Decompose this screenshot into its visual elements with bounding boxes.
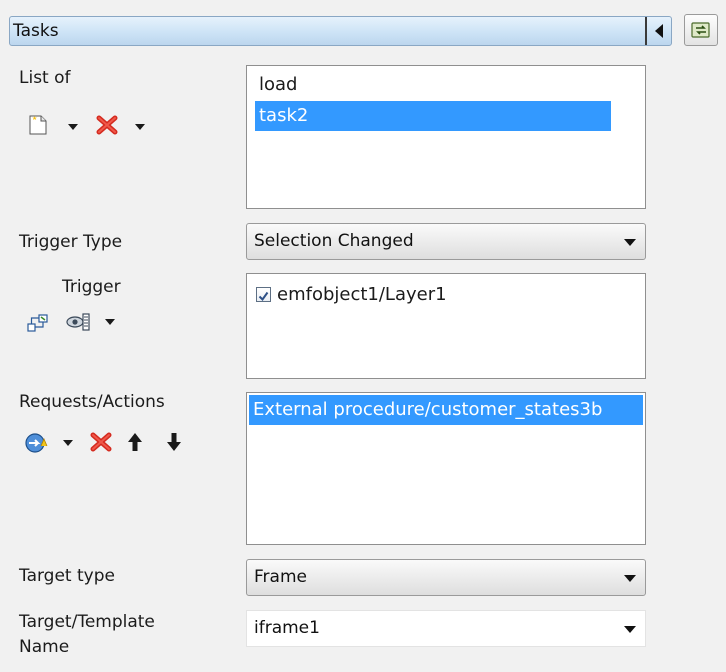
chevron-down-icon [624, 626, 636, 633]
requests-actions-label: Requests/Actions [19, 392, 165, 412]
trigger-view-dropdown-arrow[interactable] [105, 319, 115, 325]
target-type-label: Target type [19, 566, 115, 586]
trigger-type-value: Selection Changed [254, 231, 414, 251]
add-action-icon[interactable] [24, 431, 48, 455]
panel-swap-icon [691, 22, 710, 38]
trigger-type-label: Trigger Type [19, 232, 123, 252]
collapse-left-icon [655, 24, 663, 38]
task-list[interactable]: load task2 [246, 65, 646, 209]
trigger-list[interactable]: emfobject1/Layer1 [246, 273, 646, 379]
target-template-value: iframe1 [254, 618, 320, 638]
add-action-dropdown-arrow[interactable] [63, 440, 73, 446]
target-type-value: Frame [254, 567, 307, 587]
new-task-dropdown-arrow[interactable] [68, 124, 78, 130]
trigger-type-select[interactable]: Selection Changed [246, 223, 646, 260]
trigger-hierarchy-icon[interactable] [27, 313, 49, 333]
move-down-icon[interactable] [166, 432, 182, 452]
tasks-panel-header: Tasks [9, 16, 672, 46]
requests-actions-list[interactable]: External procedure/customer_states3b [246, 392, 646, 545]
list-item-load[interactable]: load [255, 70, 607, 100]
delete-task-dropdown-arrow[interactable] [135, 124, 145, 130]
target-type-select[interactable]: Frame [246, 559, 646, 596]
chevron-down-icon [624, 239, 636, 246]
panel-toggle-button[interactable] [684, 14, 718, 46]
action-item[interactable]: External procedure/customer_states3b [249, 395, 643, 425]
list-item-task2[interactable]: task2 [255, 101, 611, 131]
collapse-panel-button[interactable] [645, 17, 671, 45]
move-up-icon[interactable] [127, 432, 143, 452]
trigger-view-icon[interactable] [66, 311, 92, 333]
list-of-label: List of [19, 68, 71, 88]
checkmark-icon [258, 291, 269, 302]
trigger-label: Trigger [62, 277, 121, 297]
target-template-select[interactable]: iframe1 [246, 610, 646, 647]
trigger-checkbox[interactable] [256, 287, 271, 302]
delete-task-icon[interactable] [96, 115, 118, 135]
delete-action-icon[interactable] [90, 432, 112, 452]
target-template-label: Target/Template Name [19, 612, 155, 657]
trigger-item-label: emfobject1/Layer1 [277, 284, 447, 305]
panel-title: Tasks [13, 21, 59, 41]
new-task-icon[interactable] [28, 114, 48, 136]
chevron-down-icon [624, 575, 636, 582]
